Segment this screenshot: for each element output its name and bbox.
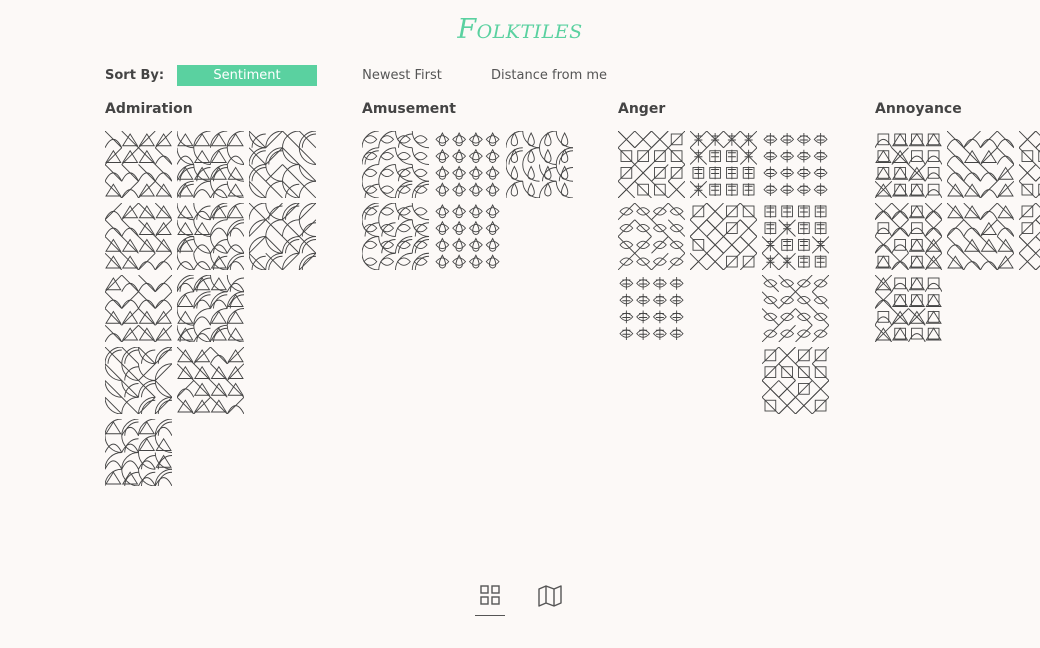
tile-3-3[interactable]: [875, 203, 942, 270]
tile-2-4[interactable]: [690, 203, 757, 270]
tile-grid: [105, 131, 1040, 486]
tile-0-6[interactable]: [105, 275, 172, 342]
tile-1-0[interactable]: [362, 131, 429, 198]
tile-2-6[interactable]: [619, 277, 684, 340]
tile-2-5[interactable]: [762, 205, 829, 270]
tile-3-4[interactable]: [947, 203, 1014, 270]
tile-2-2[interactable]: [763, 133, 828, 196]
tile-0-5[interactable]: [249, 203, 316, 270]
tile-0-2[interactable]: [249, 131, 316, 198]
tile-0-8[interactable]: [105, 347, 172, 414]
map-view-button[interactable]: [535, 584, 565, 616]
tile-1-1[interactable]: [435, 132, 500, 197]
tile-2-1[interactable]: [690, 131, 757, 198]
tile-2-3[interactable]: [618, 203, 685, 270]
tile-0-0[interactable]: [105, 131, 172, 198]
tile-3-5[interactable]: [1019, 203, 1040, 270]
grid-view-icon: [480, 585, 500, 605]
tile-3-1[interactable]: [947, 131, 1014, 198]
tile-1-2[interactable]: [506, 131, 573, 198]
tile-2-8[interactable]: [762, 347, 829, 414]
tile-1-3[interactable]: [362, 203, 429, 270]
tile-3-2[interactable]: [1019, 131, 1040, 198]
tile-1-4[interactable]: [435, 204, 500, 269]
tile-3-6[interactable]: [875, 275, 942, 342]
tile-2-0[interactable]: [618, 131, 685, 198]
tile-0-9[interactable]: [177, 347, 244, 414]
tile-2-7[interactable]: [762, 275, 829, 342]
tile-0-10[interactable]: [105, 419, 172, 486]
tile-0-1[interactable]: [177, 131, 244, 198]
map-view-icon: [538, 585, 562, 607]
view-switcher: [0, 584, 1040, 616]
tile-3-0[interactable]: [875, 133, 942, 198]
tile-0-3[interactable]: [105, 203, 172, 270]
tile-0-4[interactable]: [177, 203, 244, 270]
grid-view-button[interactable]: [475, 584, 505, 616]
tile-0-7[interactable]: [177, 275, 244, 342]
